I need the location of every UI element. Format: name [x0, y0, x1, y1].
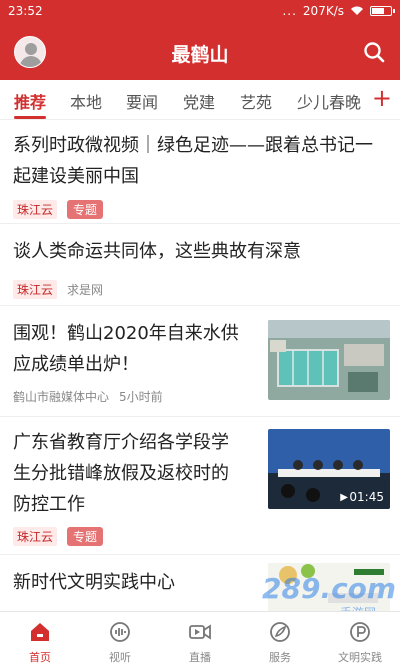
audio-icon: [110, 622, 130, 642]
bottom-nav: 首页 视听 直播 服务 文明实践: [0, 611, 400, 666]
network-speed: 207K/s: [302, 4, 344, 18]
water-plant-thumbnail: [268, 320, 390, 400]
tab-party[interactable]: 党建: [183, 89, 215, 113]
article-title: 谈人类命运共同体，这些典故有深意: [13, 241, 301, 262]
live-icon: [189, 624, 211, 640]
article-title-line: 起建设美丽中国: [13, 166, 139, 187]
article-meta: 珠江云 专题: [13, 527, 104, 546]
article-title-line: 防控工作: [13, 494, 85, 515]
nav-audio-video[interactable]: 视听: [80, 612, 160, 666]
play-icon: ▶: [340, 492, 348, 503]
article-title-line: 围观！鹤山2020年自来水供: [13, 323, 239, 344]
article-title: 系列时政微视频｜绿色足迹——跟着总书记一 起建设美丽中国: [13, 130, 373, 192]
service-icon: [270, 622, 290, 642]
article-item[interactable]: 围观！鹤山2020年自来水供 应成绩单出炉！ 鹤山市融媒体中心 5小时前: [0, 306, 400, 417]
status-dots: ...: [282, 4, 297, 18]
status-time: 23:52: [8, 4, 43, 18]
nav-label: 视听: [109, 651, 131, 664]
article-item[interactable]: 系列时政微视频｜绿色足迹——跟着总书记一 起建设美丽中国 珠江云 专题: [0, 121, 400, 224]
source-label: 珠江云: [13, 280, 58, 299]
nav-live[interactable]: 直播: [160, 612, 240, 666]
add-tab-icon[interactable]: +: [372, 84, 392, 112]
article-title: 围观！鹤山2020年自来水供 应成绩单出炉！: [13, 318, 239, 380]
video-duration: 01:45: [349, 490, 384, 504]
article-meta: 珠江云 专题: [13, 200, 104, 219]
watermark-logo: 289.com: [262, 572, 397, 605]
article-title-line: 生分批错峰放假及返校时的: [13, 463, 229, 484]
source-label: 珠江云: [13, 527, 58, 546]
home-icon: [31, 623, 49, 641]
tab-arts[interactable]: 艺苑: [240, 89, 272, 113]
app-title: 最鹤山: [171, 44, 229, 66]
search-icon[interactable]: [362, 40, 386, 64]
topic-badge: 专题: [67, 527, 104, 546]
article-item[interactable]: 广东省教育厅介绍各学段学 生分批错峰放假及返校时的 防控工作 珠江云 专题 ▶ …: [0, 417, 400, 555]
article-item[interactable]: 谈人类命运共同体，这些典故有深意 珠江云 求是网: [0, 224, 400, 306]
tab-local[interactable]: 本地: [70, 89, 102, 113]
status-bar: 23:52 ... 207K/s: [0, 0, 400, 22]
source-label: 珠江云: [13, 200, 58, 219]
tab-news[interactable]: 要闻: [126, 89, 158, 113]
category-tabs: 推荐 本地 要闻 党建 艺苑 少儿春晚 +: [0, 80, 400, 120]
article-title-line: 广东省教育厅介绍各学段学: [13, 432, 229, 453]
nav-label: 服务: [269, 651, 291, 664]
wifi-icon: [351, 6, 363, 15]
active-tab-indicator: [14, 116, 46, 119]
article-title-line: 系列时政微视频｜绿色足迹——跟着总书记一: [13, 135, 373, 156]
secondary-source-label: 求是网: [67, 283, 104, 297]
tab-recommend[interactable]: 推荐: [14, 89, 46, 113]
article-meta: 珠江云 求是网: [13, 280, 103, 299]
status-right: ... 207K/s: [282, 4, 395, 18]
practice-icon: [350, 622, 370, 642]
nav-service[interactable]: 服务: [240, 612, 320, 666]
article-title-line: 应成绩单出炉！: [13, 354, 139, 375]
press-conference-video-thumbnail[interactable]: ▶ 01:45: [268, 429, 390, 509]
article-title: 新时代文明实践中心: [13, 572, 175, 593]
battery-icon: [370, 6, 395, 16]
article-meta: 鹤山市融媒体中心 5小时前: [13, 388, 163, 405]
nav-home[interactable]: 首页: [0, 612, 80, 666]
nav-label: 首页: [29, 651, 51, 664]
publish-time: 5小时前: [119, 390, 163, 404]
news-feed: 系列时政微视频｜绿色足迹——跟着总书记一 起建设美丽中国 珠江云 专题 谈人类命…: [0, 121, 400, 611]
nav-label: 直播: [189, 651, 211, 664]
source-label: 鹤山市融媒体中心: [13, 390, 110, 404]
topic-badge: 专题: [67, 200, 104, 219]
nav-label: 文明实践: [338, 651, 382, 664]
article-title: 广东省教育厅介绍各学段学 生分批错峰放假及返校时的 防控工作: [13, 427, 229, 520]
tab-kids-gala[interactable]: 少儿春晚: [297, 89, 361, 113]
app-bar: 最鹤山: [0, 22, 400, 80]
nav-civilization-practice[interactable]: 文明实践: [320, 612, 400, 666]
